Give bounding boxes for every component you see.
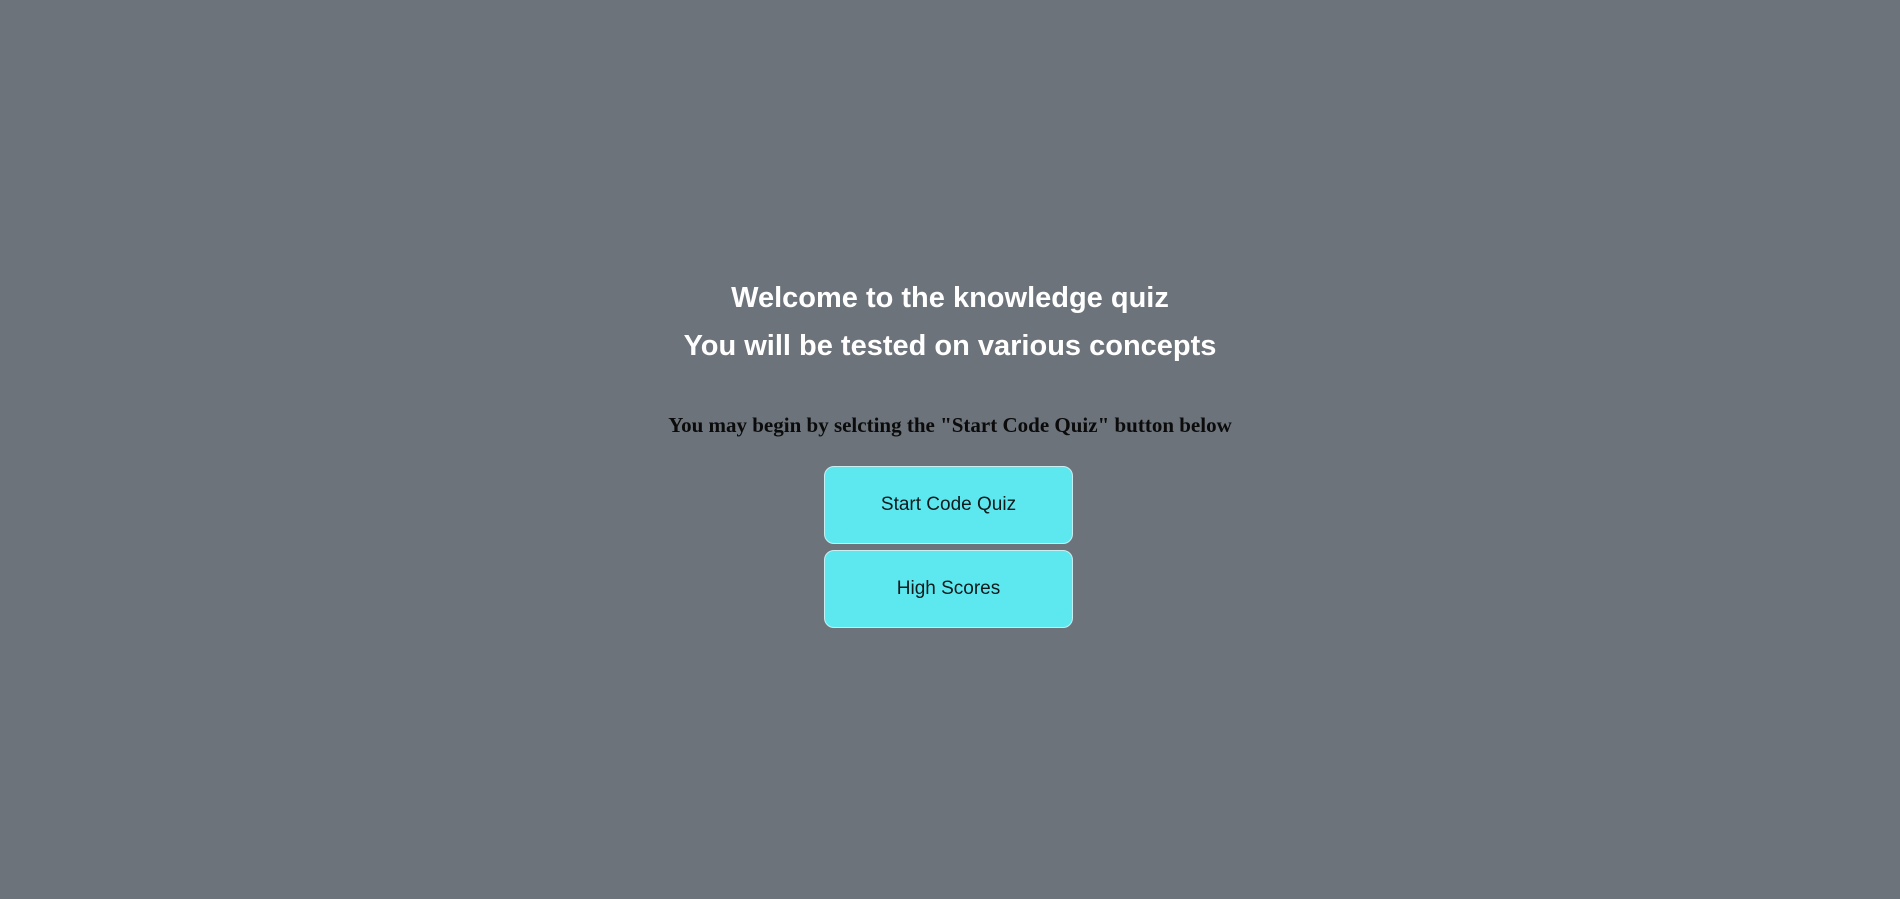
start-code-quiz-button[interactable]: Start Code Quiz (824, 466, 1073, 544)
start-instruction: You may begin by selcting the "Start Cod… (668, 413, 1232, 437)
high-scores-button[interactable]: High Scores (824, 550, 1073, 628)
quiz-subtitle: You will be tested on various concepts (683, 330, 1217, 362)
welcome-title: Welcome to the knowledge quiz (731, 282, 1169, 314)
